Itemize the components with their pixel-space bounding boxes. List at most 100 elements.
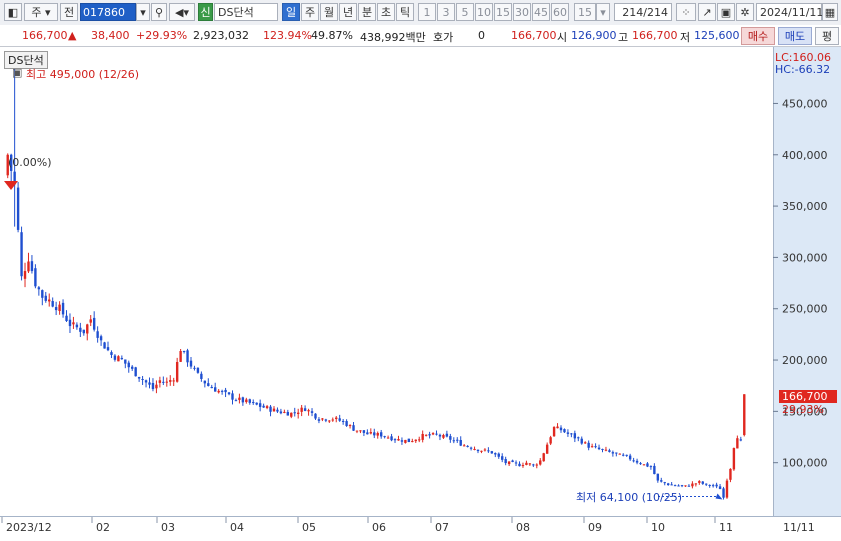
candle-body-40 bbox=[144, 380, 148, 383]
candle-body-152 bbox=[532, 464, 535, 466]
candle-body-106 bbox=[373, 432, 376, 436]
candle-body-166 bbox=[580, 438, 583, 444]
candle-body-104 bbox=[366, 432, 369, 435]
candle-body-147 bbox=[514, 462, 518, 464]
candle-body-172 bbox=[601, 448, 604, 450]
candle-body-48 bbox=[172, 380, 175, 382]
last-percent-tag: 29.93% bbox=[782, 403, 824, 416]
candle-body-55 bbox=[196, 367, 200, 373]
candle-body-118 bbox=[414, 439, 417, 442]
candle-body-41 bbox=[148, 382, 151, 385]
candle-body-80 bbox=[283, 411, 286, 413]
candle-body-21 bbox=[79, 327, 82, 332]
candle-body-29 bbox=[106, 347, 110, 351]
candle-body-192 bbox=[670, 484, 673, 486]
candle-body-81 bbox=[286, 411, 290, 416]
candle-body-70 bbox=[248, 399, 251, 403]
candle-body-171 bbox=[597, 447, 601, 450]
candle-body-14 bbox=[54, 307, 58, 311]
candle-body-39 bbox=[141, 378, 144, 380]
candle-body-208 bbox=[725, 480, 729, 498]
candle-body-132 bbox=[462, 445, 466, 447]
candle-body-179 bbox=[625, 454, 628, 456]
candle-body-108 bbox=[379, 432, 383, 437]
candle-body-86 bbox=[303, 408, 307, 411]
candle-body-116 bbox=[407, 438, 411, 443]
candle-body-103 bbox=[362, 430, 366, 433]
candle-body-67 bbox=[238, 397, 241, 400]
candle-body-59 bbox=[210, 386, 213, 389]
candle-body-124 bbox=[435, 433, 438, 435]
candle-body-33 bbox=[120, 357, 124, 360]
candle-body-61 bbox=[217, 390, 220, 393]
candle-body-54 bbox=[193, 367, 196, 369]
candle-body-207 bbox=[722, 488, 725, 498]
max-note: 최고 495,000 (12/26) bbox=[26, 68, 140, 81]
candle-body-87 bbox=[307, 410, 310, 412]
candle-body-128 bbox=[449, 436, 452, 440]
candle-body-137 bbox=[480, 450, 483, 452]
candle-body-66 bbox=[234, 400, 238, 402]
candle-body-119 bbox=[418, 439, 421, 441]
candle-body-26 bbox=[96, 331, 99, 338]
candle-body-47 bbox=[169, 380, 172, 382]
candle-body-63 bbox=[224, 389, 227, 393]
candle-body-154 bbox=[539, 460, 542, 465]
candle-body-146 bbox=[511, 460, 514, 463]
candle-body-149 bbox=[521, 465, 525, 467]
candle-body-85 bbox=[300, 407, 303, 412]
candle-body-23 bbox=[86, 324, 89, 334]
candle-body-155 bbox=[542, 453, 545, 462]
candle-body-96 bbox=[338, 418, 341, 421]
candle-body-19 bbox=[72, 322, 75, 325]
candle-body-17 bbox=[65, 315, 68, 322]
candle-body-64 bbox=[227, 392, 231, 395]
candle-body-52 bbox=[186, 350, 189, 363]
x-tick-label-4: 05 bbox=[302, 521, 316, 534]
y-tick-label-6: 400,000 bbox=[782, 149, 828, 162]
candle-body-111 bbox=[390, 436, 393, 441]
candle-body-18 bbox=[68, 319, 72, 327]
candle-body-169 bbox=[590, 446, 594, 448]
candle-body-153 bbox=[535, 464, 538, 466]
candle-body-50 bbox=[179, 351, 182, 362]
candle-body-75 bbox=[265, 406, 269, 409]
candle-body-97 bbox=[341, 420, 345, 422]
candle-body-138 bbox=[483, 449, 487, 451]
candle-body-184 bbox=[642, 464, 646, 466]
candle-body-167 bbox=[584, 442, 587, 444]
candle-body-135 bbox=[473, 448, 476, 450]
candle-body-109 bbox=[383, 436, 386, 438]
candle-body-91 bbox=[321, 418, 324, 420]
candle-body-178 bbox=[622, 454, 625, 456]
candle-body-198 bbox=[691, 483, 694, 487]
candle-body-13 bbox=[51, 301, 54, 307]
candle-body-24 bbox=[89, 319, 92, 323]
candle-body-76 bbox=[269, 406, 272, 412]
candle-body-51 bbox=[182, 350, 186, 352]
candle-body-182 bbox=[635, 460, 639, 463]
candle-body-83 bbox=[293, 412, 296, 414]
candle-body-90 bbox=[317, 419, 321, 421]
candle-body-148 bbox=[518, 463, 521, 467]
candle-body-170 bbox=[594, 446, 597, 448]
x-tick-label-2: 03 bbox=[161, 521, 175, 534]
candle-body-49 bbox=[175, 361, 179, 382]
candle-body-84 bbox=[296, 412, 300, 415]
candle-body-142 bbox=[497, 453, 500, 457]
candle-body-181 bbox=[632, 460, 635, 462]
candle-body-101 bbox=[355, 430, 359, 432]
candle-body-200 bbox=[698, 481, 701, 483]
candle-body-144 bbox=[504, 459, 507, 464]
candle-body-150 bbox=[525, 462, 528, 465]
y-tick-label-0: 100,000 bbox=[782, 457, 828, 470]
candle-body-139 bbox=[487, 450, 490, 452]
candle-body-43 bbox=[155, 384, 158, 389]
candle-body-113 bbox=[397, 438, 400, 441]
x-tick-label-9: 10 bbox=[651, 521, 665, 534]
candle-body-177 bbox=[618, 453, 621, 455]
candle-body-165 bbox=[577, 437, 580, 439]
candle-body-212 bbox=[739, 439, 743, 441]
x-tick-label-1: 02 bbox=[96, 521, 110, 534]
candle-body-125 bbox=[438, 434, 442, 437]
